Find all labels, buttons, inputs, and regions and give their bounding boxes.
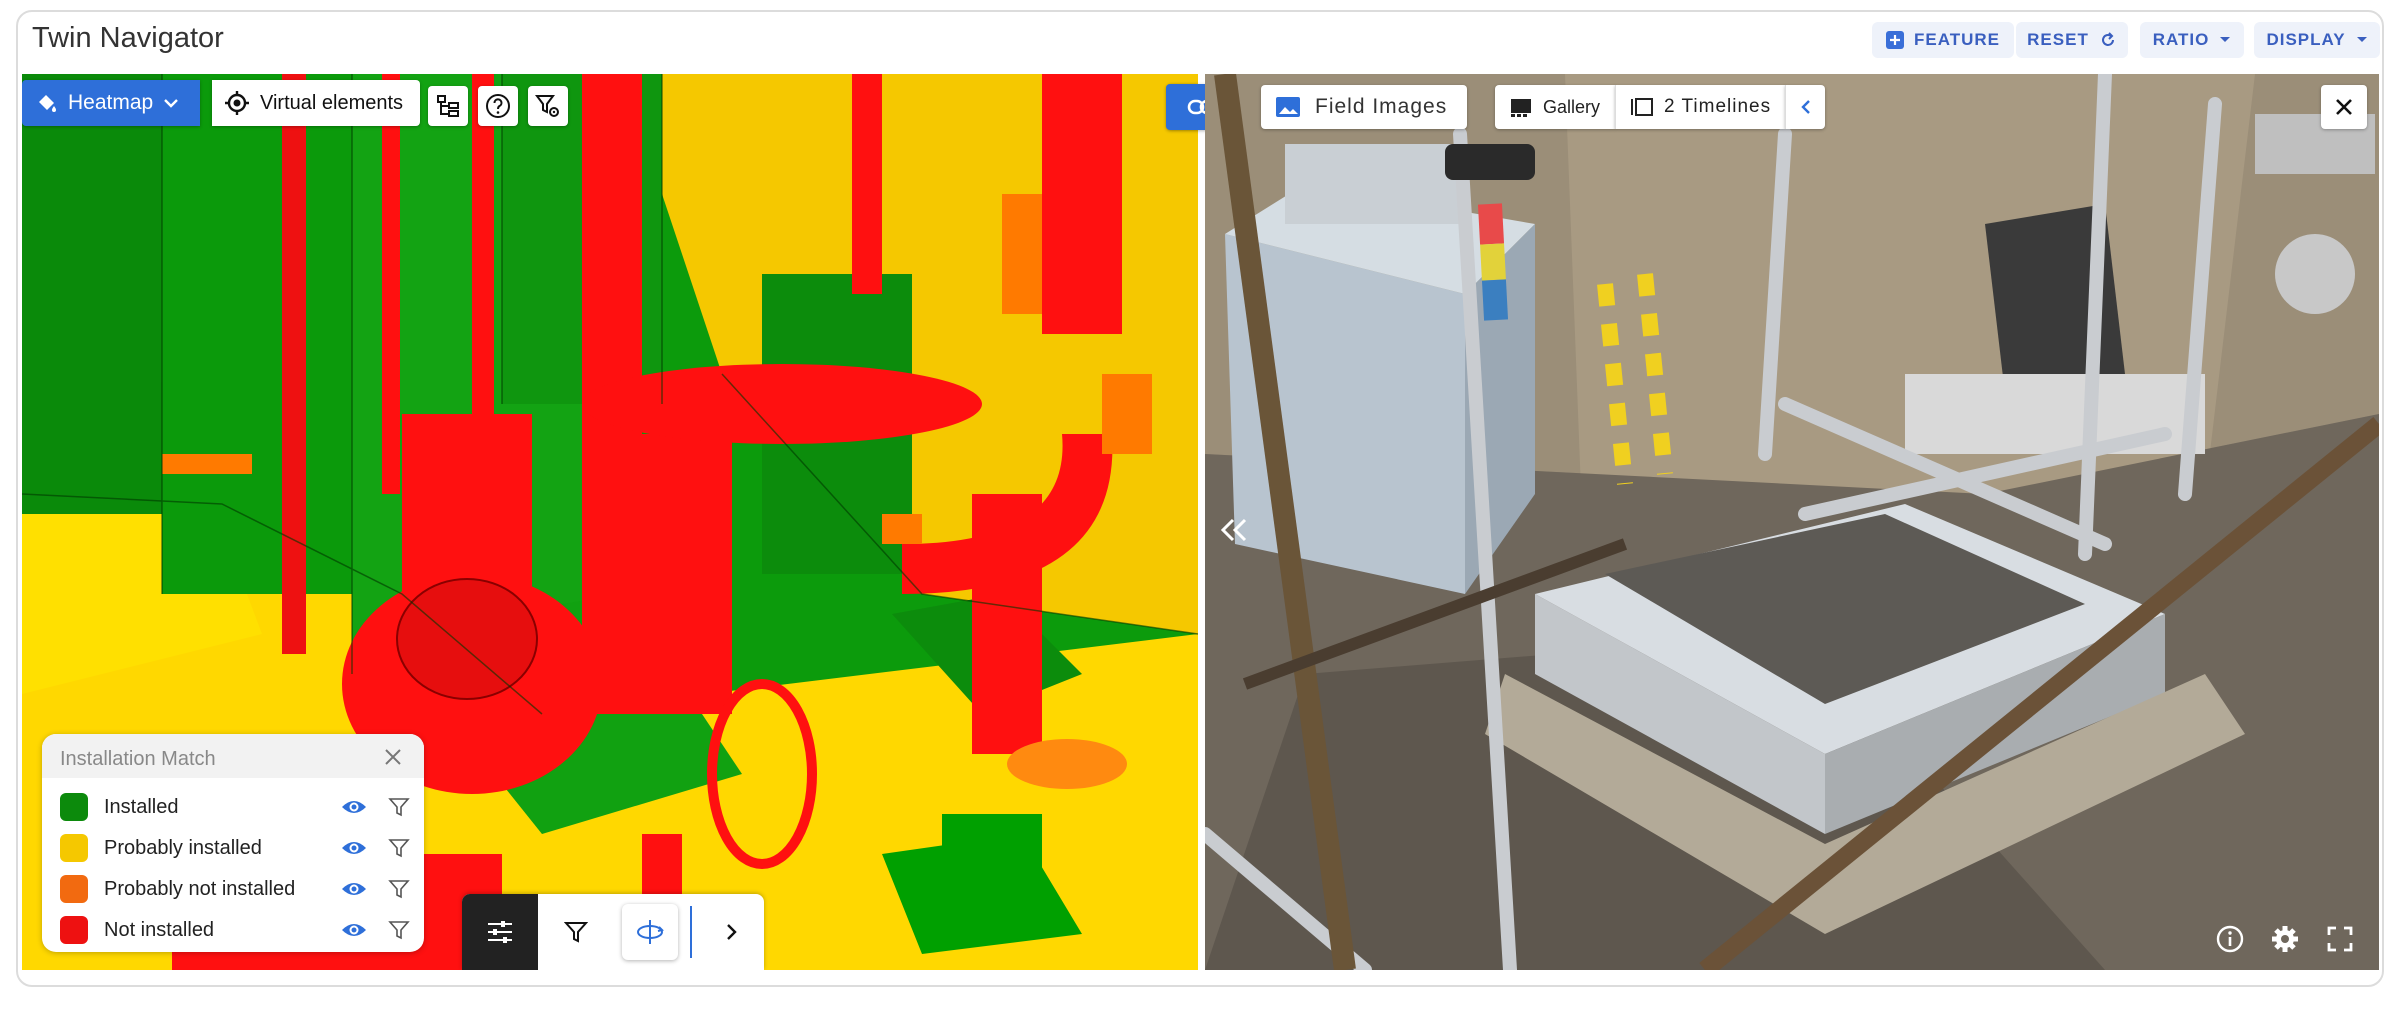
field-photo[interactable] (1205, 74, 2379, 970)
legend-row-probably-installed: Probably installed (60, 828, 410, 868)
ratio-label: RATIO (2152, 30, 2210, 49)
filter-icon[interactable] (388, 796, 410, 818)
eye-icon[interactable] (340, 838, 368, 858)
legend-label-installed: Installed (104, 795, 179, 818)
adjust-button[interactable] (462, 894, 538, 970)
collapse-toolbar-button[interactable] (1785, 85, 1825, 129)
legend-label-probably-installed: Probably installed (104, 836, 262, 859)
legend-row-probably-not-installed: Probably not installed (60, 869, 410, 909)
filter-icon[interactable] (388, 837, 410, 859)
display-dropdown[interactable]: DISPLAY (2254, 22, 2380, 58)
hierarchy-icon (437, 95, 459, 117)
timelines-button[interactable]: 2 Timelines (1615, 85, 1785, 129)
previous-image-icon[interactable] (1219, 516, 1249, 544)
rotate-axis-icon (637, 920, 664, 944)
close-images-button[interactable] (2321, 85, 2367, 129)
eye-icon[interactable] (340, 920, 368, 940)
close-icon (2336, 99, 2352, 115)
reset-button[interactable]: RESET (2016, 22, 2128, 58)
filter-icon[interactable] (388, 878, 410, 900)
expand-toolbar-button[interactable] (700, 894, 764, 970)
chevron-down-icon (164, 99, 179, 108)
installation-legend: Installation Match Installed Probably in… (42, 734, 424, 952)
feature-button[interactable]: FEATURE (1872, 22, 2014, 58)
virtual-elements-button[interactable]: Virtual elements (212, 80, 420, 126)
field-images-button[interactable]: Field Images (1261, 85, 1467, 129)
ratio-dropdown[interactable]: RATIO (2140, 22, 2244, 58)
swatch-probably-installed (60, 834, 88, 862)
virtual-elements-label: Virtual elements (260, 91, 404, 114)
filter-icon[interactable] (388, 919, 410, 941)
refresh-icon (2101, 32, 2114, 46)
heatmap-dropdown[interactable]: Heatmap (22, 80, 200, 126)
swatch-installed (60, 793, 88, 821)
paint-bucket-icon (39, 95, 56, 112)
legend-label-not-installed: Not installed (104, 918, 215, 941)
tree-view-button[interactable] (428, 86, 468, 126)
filter-gear-icon (535, 95, 559, 117)
legend-title: Installation Match (60, 748, 216, 770)
model-viewer[interactable]: Heatmap Virtual elements Installation Ma… (22, 74, 1198, 970)
funnel-icon (564, 922, 588, 943)
eye-icon[interactable] (340, 797, 368, 817)
orbit-button[interactable] (622, 904, 678, 960)
app-title: Twin Navigator (32, 22, 224, 54)
image-icon (1276, 97, 1300, 117)
fullscreen-icon[interactable] (2327, 926, 2353, 952)
field-images-label: Field Images (1315, 95, 1448, 118)
add-box-icon (1885, 31, 1904, 49)
legend-label-probably-not-installed: Probably not installed (104, 877, 296, 900)
swatch-probably-not-installed (60, 875, 88, 903)
legend-row-installed: Installed (60, 787, 410, 827)
filter-settings-button[interactable] (528, 86, 568, 126)
display-label: DISPLAY (2266, 30, 2346, 49)
toolbar-divider (690, 906, 692, 958)
info-icon[interactable] (2215, 924, 2245, 954)
eye-icon[interactable] (340, 879, 368, 899)
help-circle-icon (486, 94, 510, 118)
close-icon[interactable] (382, 746, 404, 768)
caret-down-icon (2356, 37, 2367, 42)
gallery-button[interactable]: Gallery (1495, 85, 1615, 129)
sliders-icon (488, 921, 512, 943)
caret-down-icon (2220, 37, 2231, 42)
legend-row-not-installed: Not installed (60, 910, 410, 950)
help-button[interactable] (478, 86, 518, 126)
reset-label: RESET (2027, 30, 2089, 49)
gallery-label: Gallery (1543, 96, 1601, 117)
timelines-label: 2 Timelines (1664, 96, 1772, 117)
feature-label: FEATURE (1913, 30, 2000, 49)
filter-button[interactable] (538, 894, 614, 970)
swatch-not-installed (60, 916, 88, 944)
chevron-right-icon (727, 924, 737, 940)
settings-gear-icon[interactable] (2270, 924, 2300, 954)
chevron-left-icon (1800, 100, 1810, 114)
gallery-icon (1511, 99, 1531, 117)
timeline-icon (1631, 98, 1653, 116)
viewer-bottom-toolbar (462, 894, 764, 970)
heatmap-label: Heatmap (68, 91, 154, 114)
target-icon (225, 91, 249, 115)
field-image-viewer[interactable]: Field Images Gallery 2 Timelines (1205, 74, 2379, 970)
